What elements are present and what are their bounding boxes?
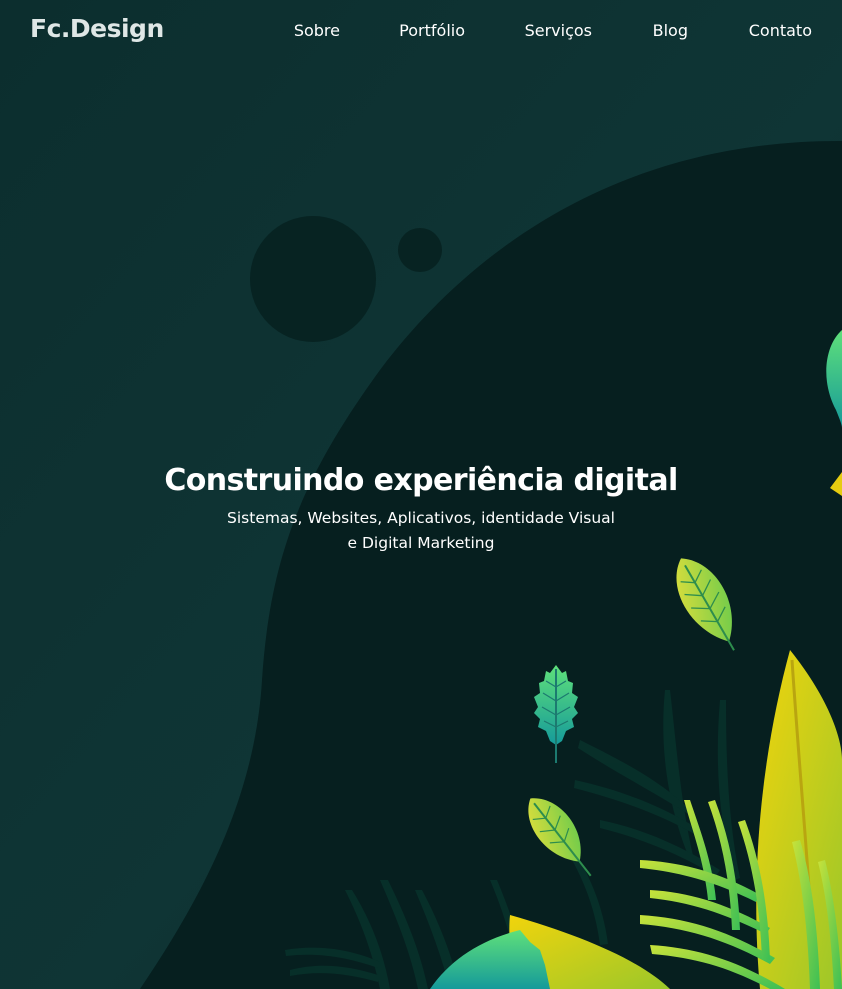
nav-link-servicos[interactable]: Serviços [525, 21, 592, 40]
hero-subtitle: Sistemas, Websites, Aplicativos, identid… [211, 506, 631, 556]
hero-subtitle-line-1: Sistemas, Websites, Aplicativos, identid… [227, 509, 615, 527]
nav-link-portfolio[interactable]: Portfólio [399, 21, 465, 40]
hero-title: Construindo experiência digital [164, 463, 678, 498]
page-stage: Fc.Design Sobre Portfólio Serviços Blog … [0, 0, 842, 989]
nav-link-sobre[interactable]: Sobre [294, 21, 340, 40]
hero-section: Construindo experiência digital Sistemas… [0, 460, 842, 556]
hero-subtitle-line-2: e Digital Marketing [347, 534, 495, 552]
brand-logo[interactable]: Fc.Design [30, 14, 164, 43]
circle-decoration-large [250, 216, 376, 342]
nav-link-contato[interactable]: Contato [749, 21, 812, 40]
nav-link-blog[interactable]: Blog [653, 21, 688, 40]
site-header: Fc.Design Sobre Portfólio Serviços Blog … [0, 0, 842, 62]
circle-decoration-small [398, 228, 442, 272]
